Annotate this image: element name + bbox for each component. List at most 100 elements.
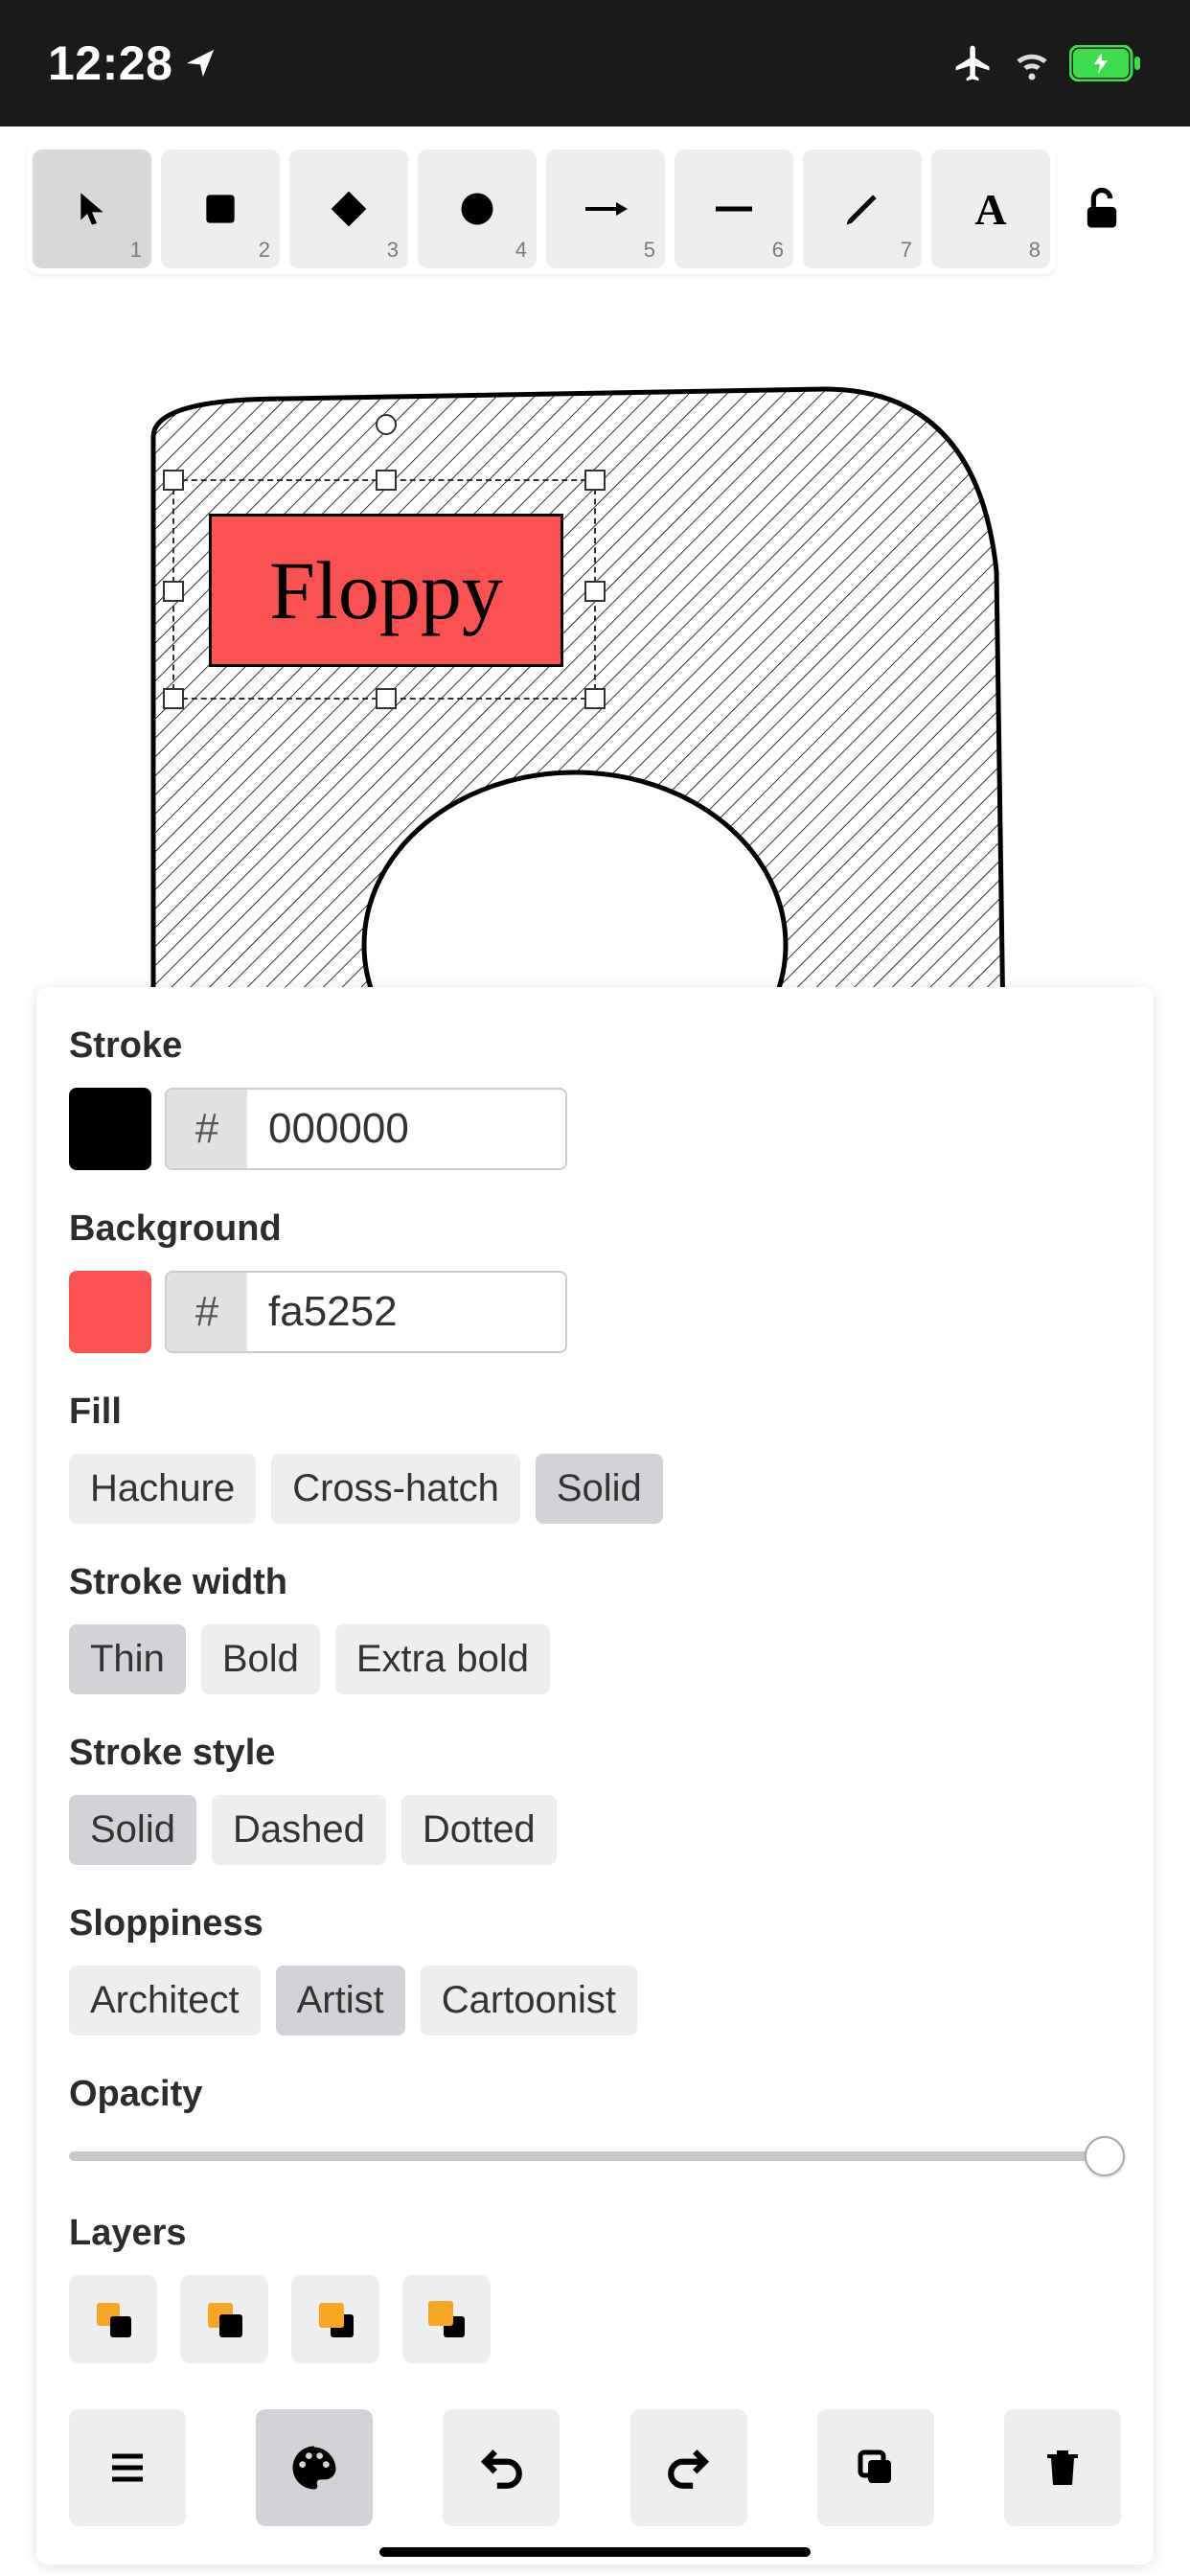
strokestyle-dotted[interactable]: Dotted (401, 1795, 557, 1865)
resize-handle-se[interactable] (584, 688, 606, 709)
opacity-slider[interactable] (69, 2136, 1121, 2174)
palette-icon (288, 2442, 340, 2494)
diamond-icon (328, 188, 370, 230)
sloppiness-artist[interactable]: Artist (276, 1966, 405, 2036)
home-indicator[interactable] (379, 2547, 811, 2557)
resize-handle-sw[interactable] (163, 688, 184, 709)
selection-box[interactable] (172, 479, 596, 700)
slider-thumb[interactable] (1085, 2136, 1125, 2176)
tool-draw[interactable]: 7 (803, 150, 922, 268)
tool-number: 5 (644, 238, 655, 263)
stroke-hex-input[interactable]: # 000000 (165, 1088, 567, 1170)
palette-button[interactable] (256, 2409, 373, 2526)
redo-icon (665, 2444, 713, 2492)
sloppiness-label: Sloppiness (69, 1903, 1121, 1944)
tool-number: 4 (515, 238, 527, 263)
stroke-swatch[interactable] (69, 1088, 151, 1170)
toolbar-container: 1 2 3 4 5 6 7 A 8 (0, 126, 1190, 274)
duplicate-button[interactable] (817, 2409, 934, 2526)
rotate-handle[interactable] (376, 414, 397, 435)
bring-forward-icon (311, 2295, 359, 2343)
tool-number: 1 (130, 238, 142, 263)
status-icons (952, 42, 1142, 84)
resize-handle-e[interactable] (584, 581, 606, 602)
tool-selection[interactable]: 1 (33, 150, 151, 268)
background-label: Background (69, 1208, 1121, 1250)
background-color-row: # fa5252 (69, 1271, 1121, 1353)
sloppiness-cartoonist[interactable]: Cartoonist (421, 1966, 637, 2036)
resize-handle-s[interactable] (376, 688, 397, 709)
arrow-icon (582, 197, 629, 220)
layer-send-backward[interactable] (180, 2275, 268, 2363)
fill-crosshatch[interactable]: Cross-hatch (271, 1454, 520, 1524)
status-bar: 12:28 (0, 0, 1190, 126)
tool-number: 2 (259, 238, 270, 263)
strokestyle-options: Solid Dashed Dotted (69, 1795, 1121, 1865)
sloppiness-architect[interactable]: Architect (69, 1966, 261, 2036)
strokewidth-extrabold[interactable]: Extra bold (335, 1624, 550, 1694)
properties-panel: Stroke # 000000 Background # fa5252 Fill… (36, 987, 1154, 2564)
tool-text[interactable]: A 8 (931, 150, 1050, 268)
fill-solid[interactable]: Solid (536, 1454, 663, 1524)
fill-label: Fill (69, 1392, 1121, 1433)
layers-label: Layers (69, 2213, 1121, 2254)
trash-icon (1040, 2445, 1086, 2491)
line-icon (710, 197, 758, 220)
layer-buttons (69, 2275, 1121, 2363)
send-to-back-icon (89, 2295, 137, 2343)
tool-number: 7 (901, 238, 912, 263)
tool-diamond[interactable]: 3 (289, 150, 408, 268)
tool-arrow[interactable]: 5 (546, 150, 665, 268)
layer-bring-to-front[interactable] (402, 2275, 491, 2363)
redo-button[interactable] (630, 2409, 747, 2526)
background-hex-value[interactable]: fa5252 (247, 1273, 565, 1351)
fill-hachure[interactable]: Hachure (69, 1454, 256, 1524)
resize-handle-nw[interactable] (163, 470, 184, 491)
stroke-label: Stroke (69, 1025, 1121, 1067)
background-swatch[interactable] (69, 1271, 151, 1353)
sloppiness-options: Architect Artist Cartoonist (69, 1966, 1121, 2036)
tool-rectangle[interactable]: 2 (161, 150, 280, 268)
status-time: 12:28 (48, 35, 217, 91)
tool-ellipse[interactable]: 4 (418, 150, 537, 268)
square-icon (199, 188, 241, 230)
unlock-icon (1077, 184, 1127, 234)
background-hex-input[interactable]: # fa5252 (165, 1271, 567, 1353)
opacity-label: Opacity (69, 2074, 1121, 2115)
circle-icon (456, 188, 498, 230)
airplane-mode-icon (952, 42, 995, 84)
slider-track (69, 2151, 1121, 2161)
menu-button[interactable] (69, 2409, 186, 2526)
lock-button[interactable] (1073, 184, 1131, 234)
bring-to-front-icon (423, 2295, 470, 2343)
text-icon: A (974, 184, 1006, 235)
tool-line[interactable]: 6 (675, 150, 793, 268)
strokestyle-dashed[interactable]: Dashed (212, 1795, 386, 1865)
strokewidth-options: Thin Bold Extra bold (69, 1624, 1121, 1694)
toolbar: 1 2 3 4 5 6 7 A 8 (27, 144, 1056, 274)
tool-number: 8 (1029, 238, 1041, 263)
tool-number: 3 (387, 238, 399, 263)
send-backward-icon (200, 2295, 248, 2343)
resize-handle-ne[interactable] (584, 470, 606, 491)
resize-handle-n[interactable] (376, 470, 397, 491)
wifi-icon (1012, 43, 1052, 83)
strokewidth-thin[interactable]: Thin (69, 1624, 186, 1694)
strokewidth-label: Stroke width (69, 1562, 1121, 1603)
hash-symbol: # (167, 1090, 247, 1168)
stroke-hex-value[interactable]: 000000 (247, 1090, 565, 1168)
strokewidth-bold[interactable]: Bold (201, 1624, 320, 1694)
bottom-action-row (69, 2409, 1121, 2526)
strokestyle-solid[interactable]: Solid (69, 1795, 196, 1865)
delete-button[interactable] (1004, 2409, 1121, 2526)
battery-charging-icon (1069, 45, 1142, 81)
layer-bring-forward[interactable] (291, 2275, 379, 2363)
hash-symbol: # (167, 1273, 247, 1351)
undo-button[interactable] (443, 2409, 560, 2526)
time-text: 12:28 (48, 35, 172, 91)
location-icon (184, 47, 217, 80)
layer-send-to-back[interactable] (69, 2275, 157, 2363)
resize-handle-w[interactable] (163, 581, 184, 602)
pencil-icon (841, 188, 883, 230)
undo-icon (477, 2444, 525, 2492)
